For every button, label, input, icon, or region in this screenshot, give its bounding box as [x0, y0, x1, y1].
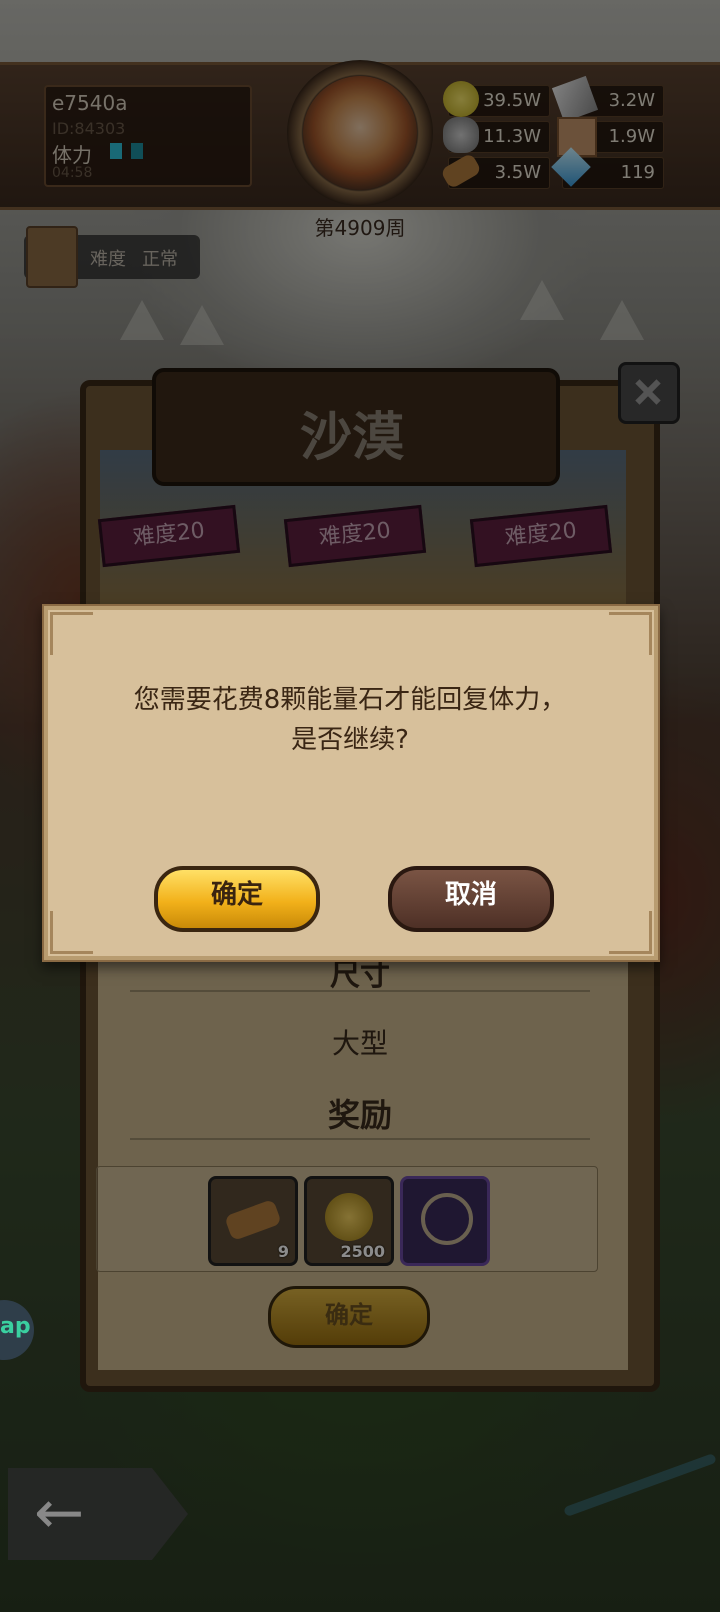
dialog-cancel-button[interactable]: 取消: [388, 866, 554, 932]
side-bubble-text: ap: [0, 1314, 31, 1339]
confirm-dialog: [42, 604, 660, 962]
dialog-ok-label: 确定: [210, 880, 263, 910]
dialog-corner-ornament: [50, 911, 93, 954]
dialog-corner-ornament: [50, 612, 93, 655]
dialog-cancel-label: 取消: [444, 880, 497, 910]
dialog-ok-button[interactable]: 确定: [154, 866, 320, 932]
back-arrow-icon: ←: [34, 1478, 85, 1548]
dialog-message: 您需要花费8颗能量石才能回复体力， 是否继续?: [60, 680, 640, 760]
dialog-message-line2: 是否继续?: [291, 725, 409, 755]
dialog-corner-ornament: [609, 911, 652, 954]
dialog-corner-ornament: [609, 612, 652, 655]
dialog-message-line1: 您需要花费8颗能量石才能回复体力，: [133, 685, 567, 715]
